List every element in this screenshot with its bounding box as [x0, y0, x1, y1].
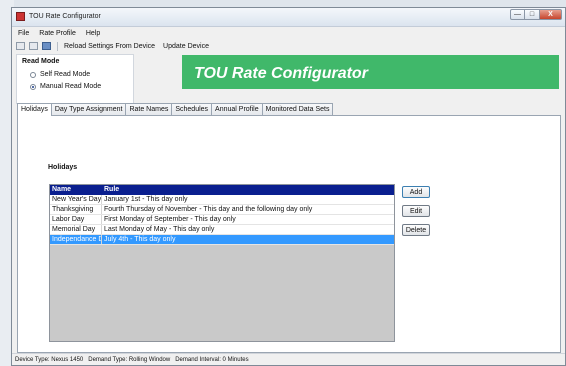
new-file-icon[interactable] [16, 42, 25, 50]
tab-annual-profile[interactable]: Annual Profile [211, 103, 263, 115]
radio-selected-icon[interactable] [30, 83, 36, 90]
status-device-type: Device Type: Nexus 1450 [15, 356, 84, 363]
table-row[interactable]: Labor Day First Monday of September - Th… [50, 215, 394, 225]
column-header-rule[interactable]: Rule [102, 185, 394, 195]
read-mode-group: Read Mode Self Read Mode Manual Read Mod… [16, 54, 134, 104]
table-row-selected[interactable]: Independance Day July 4th - This day onl… [50, 235, 394, 245]
edit-button[interactable]: Edit [402, 205, 430, 217]
maximize-button[interactable]: □ [525, 9, 540, 20]
banner-title: TOU Rate Configurator [194, 65, 368, 82]
holidays-table: Name Rule New Year's Day January 1st - T… [49, 184, 395, 342]
delete-button[interactable]: Delete [402, 224, 430, 236]
holiday-name: Thanksgiving [50, 205, 102, 214]
table-row[interactable]: Thanksgiving Fourth Thursday of November… [50, 205, 394, 215]
table-row[interactable]: New Year's Day January 1st - This day on… [50, 195, 394, 205]
self-read-mode-option[interactable]: Self Read Mode [30, 71, 90, 78]
window-title: TOU Rate Configurator [29, 13, 101, 20]
self-read-mode-label: Self Read Mode [40, 71, 91, 78]
holiday-name: Memorial Day [50, 225, 102, 234]
minimize-button[interactable]: — [510, 9, 525, 20]
update-device-button[interactable]: Update Device [163, 43, 209, 50]
status-demand-type: Demand Type: Rolling Window [88, 356, 171, 363]
holiday-rule: January 1st - This day only [104, 196, 188, 203]
close-button[interactable]: X [540, 9, 562, 20]
holidays-section-title: Holidays [48, 164, 78, 171]
holiday-name: Labor Day [50, 215, 102, 224]
table-row[interactable]: Memorial Day Last Monday of May - This d… [50, 225, 394, 235]
read-mode-title: Read Mode [22, 58, 60, 65]
menu-help[interactable]: Help [86, 30, 100, 37]
table-header: Name Rule [50, 185, 394, 195]
reload-settings-button[interactable]: Reload Settings From Device [64, 43, 155, 50]
save-icon[interactable] [42, 42, 51, 50]
toolbar-separator [57, 41, 58, 51]
menu-rate-profile[interactable]: Rate Profile [39, 30, 76, 37]
manual-read-mode-label: Manual Read Mode [40, 83, 102, 90]
app-icon [16, 12, 25, 21]
status-bar: Device Type: Nexus 1450 Demand Type: Rol… [12, 353, 565, 365]
tab-day-type-assignment[interactable]: Day Type Assignment [50, 103, 127, 115]
title-bar[interactable]: TOU Rate Configurator — □ X [12, 8, 565, 27]
radio-icon[interactable] [30, 71, 36, 78]
holiday-rule: First Monday of September - This day onl… [104, 216, 236, 223]
caption-buttons: — □ X [510, 9, 562, 20]
tab-holidays[interactable]: Holidays [17, 103, 52, 116]
menu-bar: File Rate Profile Help [12, 27, 565, 39]
header-banner: TOU Rate Configurator [182, 55, 559, 89]
holiday-name: New Year's Day [52, 195, 102, 204]
app-window: TOU Rate Configurator — □ X File Rate Pr… [11, 7, 566, 366]
holiday-rule: July 4th - This day only [104, 236, 176, 243]
tab-monitored-data-sets[interactable]: Monitored Data Sets [261, 103, 334, 115]
add-button[interactable]: Add [402, 186, 430, 198]
tab-rate-names[interactable]: Rate Names [125, 103, 173, 115]
column-header-name[interactable]: Name [50, 185, 102, 195]
manual-read-mode-option[interactable]: Manual Read Mode [30, 83, 101, 90]
tab-strip: Holidays Day Type Assignment Rate Names … [17, 103, 565, 116]
holiday-rule: Fourth Thursday of November - This day a… [104, 206, 313, 213]
holidays-panel: Holidays Name Rule New Year's Day Januar… [17, 115, 561, 353]
menu-file[interactable]: File [18, 30, 29, 37]
status-demand-interval: Demand Interval: 0 Minutes [175, 356, 249, 363]
tab-schedules[interactable]: Schedules [171, 103, 213, 115]
toolbar: Reload Settings From Device Update Devic… [12, 40, 565, 52]
open-file-icon[interactable] [29, 42, 38, 50]
holiday-rule: Last Monday of May - This day only [104, 226, 215, 233]
holiday-name: Independance Day [50, 235, 102, 244]
